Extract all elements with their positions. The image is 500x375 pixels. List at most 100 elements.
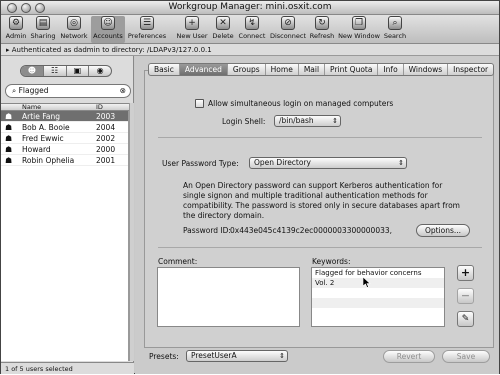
toolbar-search-button[interactable]: ⌕ Search — [382, 16, 408, 43]
options-button[interactable]: Options... — [416, 224, 470, 237]
list-item[interactable]: ☗ Fred Ewwic 2002 — [1, 133, 128, 144]
divider — [158, 137, 482, 138]
tab-basic[interactable]: Basic — [149, 64, 180, 75]
keywords-label: Keywords: — [312, 257, 351, 266]
save-button[interactable]: Save — [442, 350, 490, 363]
computer-group-icon[interactable]: ▣ — [67, 66, 90, 76]
toolbar-new-user-button[interactable]: + New User — [175, 16, 209, 43]
allow-simultaneous-login-label: Allow simultaneous login on managed comp… — [208, 99, 394, 108]
popup-arrows-icon: ⇕ — [398, 159, 404, 167]
tab-bar: Basic Advanced Groups Home Mail Print Qu… — [148, 63, 495, 76]
toolbar-preferences-button[interactable]: ☰ Preferences — [127, 16, 167, 43]
tab-windows[interactable]: Windows — [404, 64, 449, 75]
user-icon: ☗ — [5, 112, 13, 121]
group-icon[interactable]: ☷ — [44, 66, 67, 76]
login-shell-label: Login Shell: — [222, 117, 266, 126]
toolbar-refresh-button[interactable]: ↻ Refresh — [308, 16, 336, 43]
lock-icon[interactable]: ▸ — [6, 46, 10, 54]
toolbar-connect-button[interactable]: ↯ Connect — [237, 16, 267, 43]
toolbar: ⚙ Admin ▤ Sharing ◎ Network ☺ Accounts ☰ Pref… — [1, 15, 499, 44]
minus-icon: − — [460, 289, 471, 302]
selection-status: 1 of 5 users selected — [1, 362, 134, 374]
keyword-item[interactable]: Vol. 2 — [312, 278, 444, 288]
title-bar: Workgroup Manager: mini.osxit.com — [1, 1, 499, 15]
column-header-id[interactable]: ID — [96, 104, 103, 111]
plus-icon: + — [460, 266, 471, 279]
user-icon: ☗ — [5, 123, 13, 132]
search-icon: ⌕ — [12, 86, 17, 95]
user-icon: ☗ — [5, 145, 13, 154]
login-shell-popup[interactable]: /bin/bash ⇕ — [274, 115, 341, 127]
revert-button[interactable]: Revert — [383, 350, 435, 363]
toolbar-sharing-button[interactable]: ▤ Sharing — [29, 16, 57, 43]
disconnect-icon: ⊘ — [281, 16, 295, 30]
pencil-icon: ✎ — [461, 314, 470, 324]
comment-label: Comment: — [158, 257, 198, 266]
preferences-icon: ☰ — [140, 16, 154, 30]
search-icon: ⌕ — [388, 16, 402, 30]
app-window: Workgroup Manager: mini.osxit.com ⚙ Admin… — [0, 0, 500, 374]
list-item[interactable]: ☗ Bob A. Booie 2004 — [1, 122, 128, 133]
delete-icon: ✕ — [216, 16, 230, 30]
list-item[interactable]: ☗ Howard 2000 — [1, 144, 128, 155]
network-icon: ◎ — [67, 16, 81, 30]
user-icon: ☗ — [5, 134, 13, 143]
computer-list-icon[interactable]: ◉ — [89, 66, 111, 76]
list-item[interactable]: ☗ Artie Fang 2003 — [1, 111, 128, 122]
keyword-empty-row — [312, 288, 444, 298]
toolbar-new-window-button[interactable]: ❐ New Window — [338, 16, 380, 43]
auth-status-bar: ▸ Authenticated as dadmin to directory: … — [1, 44, 499, 56]
connect-icon: ↯ — [245, 16, 259, 30]
main-panel: Allow simultaneous login on managed comp… — [135, 56, 499, 374]
search-input[interactable]: ⌕ Flagged ⊗ — [5, 84, 131, 98]
new-window-icon: ❐ — [352, 16, 366, 30]
mouse-cursor-icon — [363, 277, 371, 288]
tab-groups[interactable]: Groups — [228, 64, 266, 75]
edit-keyword-button[interactable]: ✎ — [457, 311, 474, 327]
tab-advanced[interactable]: Advanced — [179, 64, 228, 75]
toolbar-delete-button[interactable]: ✕ Delete — [210, 16, 236, 43]
tab-inspector[interactable]: Inspector — [448, 64, 493, 75]
remove-keyword-button[interactable]: − — [457, 288, 474, 304]
toolbar-network-button[interactable]: ◎ Network — [59, 16, 89, 43]
sidebar: ☻ ☷ ▣ ◉ ⌕ Flagged ⊗ Name ID ☗ Artie Fang 2… — [1, 56, 134, 374]
accounts-icon: ☺ — [101, 16, 115, 30]
password-type-label: User Password Type: — [162, 159, 239, 168]
sharing-icon: ▤ — [36, 16, 50, 30]
toolbar-disconnect-button[interactable]: ⊘ Disconnect — [269, 16, 307, 43]
password-type-popup[interactable]: Open Directory ⇕ — [249, 157, 407, 169]
admin-icon: ⚙ — [9, 16, 23, 30]
list-item[interactable]: ☗ Robin Ophelia 2001 — [1, 155, 128, 166]
account-type-selector[interactable]: ☻ ☷ ▣ ◉ — [20, 65, 112, 77]
advanced-panel: Allow simultaneous login on managed comp… — [144, 70, 494, 348]
popup-arrows-icon: ⇕ — [279, 352, 285, 360]
password-id-value: 0x443e045c4139c2ec0000003300000033, — [230, 226, 393, 235]
user-list-header: Name ID — [1, 103, 129, 111]
toolbar-admin-button[interactable]: ⚙ Admin — [4, 16, 28, 43]
tab-home[interactable]: Home — [266, 64, 299, 75]
popup-arrows-icon: ⇕ — [332, 117, 338, 125]
tab-mail[interactable]: Mail — [299, 64, 326, 75]
add-keyword-button[interactable]: + — [457, 265, 474, 281]
refresh-icon: ↻ — [315, 16, 329, 30]
column-header-name[interactable]: Name — [22, 104, 41, 111]
toolbar-accounts-button[interactable]: ☺ Accounts — [91, 16, 125, 43]
allow-simultaneous-login-checkbox[interactable] — [195, 99, 204, 108]
password-description: An Open Directory password can support K… — [183, 181, 460, 220]
presets-popup[interactable]: PresetUserA ⇕ — [186, 350, 288, 362]
keyword-empty-row — [312, 308, 444, 318]
keyword-item[interactable]: Flagged for behavior concerns — [312, 268, 444, 278]
clear-search-icon[interactable]: ⊗ — [120, 85, 126, 97]
keyword-empty-row — [312, 298, 444, 308]
auth-status-text: Authenticated as dadmin to directory: /L… — [11, 46, 212, 54]
tab-print-quota[interactable]: Print Quota — [325, 64, 379, 75]
password-id-label: Password ID: — [183, 226, 231, 235]
presets-label: Presets: — [149, 352, 179, 361]
user-list-scrollbar[interactable] — [129, 103, 134, 361]
tab-info[interactable]: Info — [378, 64, 404, 75]
comment-textarea[interactable] — [157, 267, 300, 327]
new-user-icon: + — [185, 16, 199, 30]
user-icon[interactable]: ☻ — [21, 66, 44, 76]
user-list: ☗ Artie Fang 2003 ☗ Bob A. Booie 2004 ☗ Fred … — [1, 111, 129, 361]
keywords-list[interactable]: Flagged for behavior concerns Vol. 2 — [311, 267, 445, 327]
